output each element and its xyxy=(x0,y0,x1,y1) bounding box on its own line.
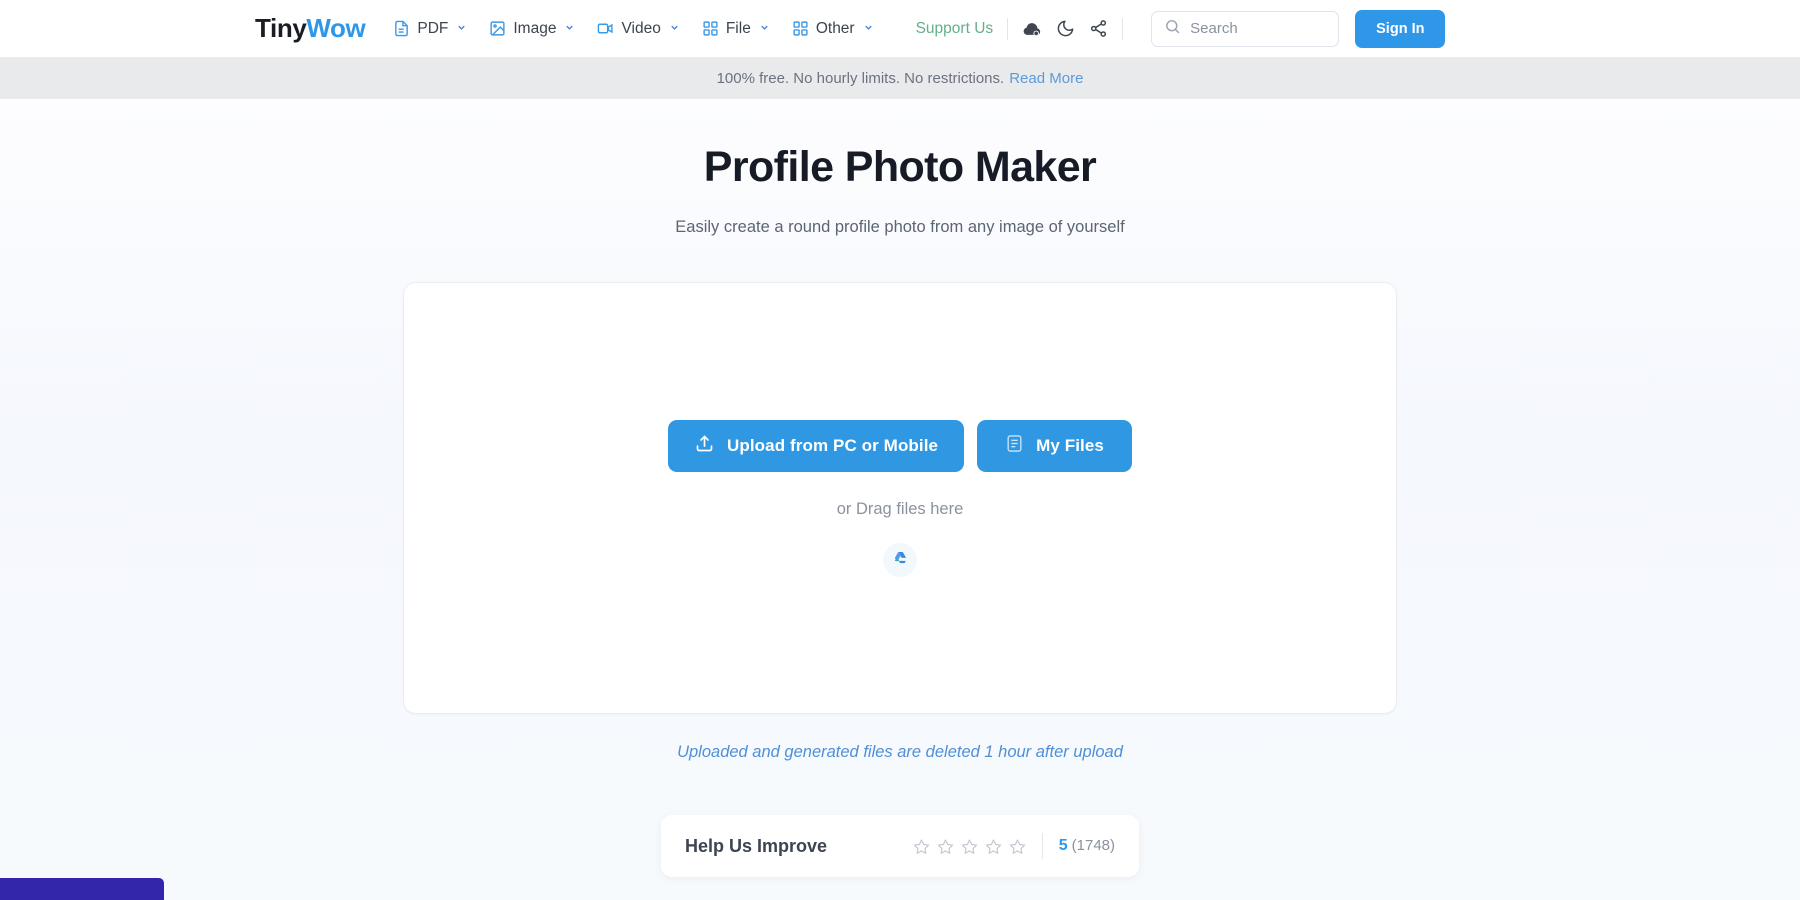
nav-label-file: File xyxy=(725,19,751,37)
header-divider xyxy=(1122,17,1124,40)
chevron-down-icon xyxy=(564,20,575,38)
nav-item-video[interactable]: Video xyxy=(597,20,679,38)
rating-divider xyxy=(1041,833,1043,859)
rating-count: (1748) xyxy=(1071,837,1115,854)
search-input[interactable] xyxy=(1190,20,1327,37)
support-us-link[interactable]: Support Us xyxy=(916,20,994,38)
nav-item-file[interactable]: File xyxy=(702,20,770,38)
logo-text-wow: Wow xyxy=(306,13,366,43)
main-content: Profile Photo Maker Easily create a roun… xyxy=(0,99,1800,900)
header-icon-group xyxy=(1022,19,1108,39)
dropzone-button-row: Upload from PC or Mobile My Files xyxy=(667,419,1132,472)
rating-card: Help Us Improve 5 (1748) xyxy=(661,815,1139,877)
read-more-link[interactable]: Read More xyxy=(1009,70,1083,87)
notice-text: 100% free. No hourly limits. No restrict… xyxy=(716,69,1005,87)
star-icon-3[interactable] xyxy=(961,838,978,855)
bottom-left-purple-bar[interactable] xyxy=(0,878,164,900)
upload-from-pc-button[interactable]: Upload from PC or Mobile xyxy=(667,419,965,472)
upload-arrow-icon xyxy=(694,433,715,459)
video-camera-icon xyxy=(597,20,614,37)
nav-item-other[interactable]: Other xyxy=(792,20,874,38)
nav-label-other: Other xyxy=(815,19,855,37)
image-icon xyxy=(489,20,506,37)
grid-squares-icon xyxy=(702,20,719,37)
google-drive-icon xyxy=(893,550,908,570)
header-divider xyxy=(1007,17,1009,40)
file-deletion-note: Uploaded and generated files are deleted… xyxy=(677,743,1123,761)
star-icon-2[interactable] xyxy=(937,838,954,855)
main-nav: PDF Image Video File Other xyxy=(393,20,873,38)
search-box[interactable] xyxy=(1151,10,1340,47)
share-icon[interactable] xyxy=(1089,19,1108,38)
star-icon-4[interactable] xyxy=(985,838,1002,855)
chevron-down-icon xyxy=(669,20,680,38)
drag-files-text: or Drag files here xyxy=(836,499,964,518)
cloud-dark-icon[interactable] xyxy=(1022,19,1042,39)
chevron-down-icon xyxy=(863,20,874,38)
my-files-label: My Files xyxy=(1036,435,1104,455)
nav-item-image[interactable]: Image xyxy=(489,20,575,38)
my-files-button[interactable]: My Files xyxy=(977,419,1132,472)
star-icon-1[interactable] xyxy=(913,838,930,855)
chevron-down-icon xyxy=(759,20,770,38)
grid-squares-icon xyxy=(792,20,809,37)
rating-title: Help Us Improve xyxy=(685,835,828,856)
google-drive-button[interactable] xyxy=(883,542,917,577)
rating-summary: 5 (1748) xyxy=(1059,837,1115,855)
rating-controls: 5 (1748) xyxy=(913,833,1115,859)
nav-label-video: Video xyxy=(621,19,661,37)
star-rating[interactable] xyxy=(913,838,1026,855)
moon-dark-mode-icon[interactable] xyxy=(1056,19,1075,38)
notice-bar: 100% free. No hourly limits. No restrict… xyxy=(0,57,1800,99)
upload-button-label: Upload from PC or Mobile xyxy=(726,435,939,455)
rating-score: 5 xyxy=(1058,837,1068,854)
nav-label-image: Image xyxy=(513,19,557,37)
nav-label-pdf: PDF xyxy=(417,19,449,37)
sign-in-button[interactable]: Sign In xyxy=(1355,9,1446,48)
chevron-down-icon xyxy=(456,20,467,38)
pdf-file-icon xyxy=(393,20,410,37)
nav-item-pdf[interactable]: PDF xyxy=(393,20,467,38)
document-list-icon xyxy=(1005,434,1024,458)
search-icon xyxy=(1164,18,1181,40)
page-title: Profile Photo Maker xyxy=(703,143,1097,191)
star-icon-5[interactable] xyxy=(1009,838,1026,855)
logo-text-tiny: Tiny xyxy=(255,13,307,43)
site-header: TinyWow PDF Image Video File Other Suppo… xyxy=(0,0,1800,57)
site-logo[interactable]: TinyWow xyxy=(255,13,366,44)
file-dropzone[interactable]: Upload from PC or Mobile My Files or Dra… xyxy=(403,282,1397,714)
page-subtitle: Easily create a round profile photo from… xyxy=(675,218,1125,236)
